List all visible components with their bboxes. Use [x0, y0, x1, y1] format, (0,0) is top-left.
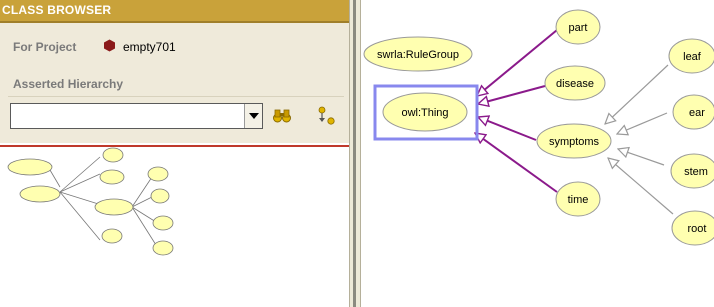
split-pane-grip[interactable]: [353, 0, 356, 307]
node-thing-label: owl:Thing: [401, 107, 448, 119]
class-search-combobox[interactable]: [10, 103, 263, 129]
node-disease-label: disease: [556, 78, 594, 90]
node-disease[interactable]: disease: [544, 65, 606, 101]
node-stem[interactable]: stem: [670, 153, 714, 189]
class-browser-title: CLASS BROWSER: [2, 3, 112, 17]
node-symptoms-label: symptoms: [549, 136, 600, 148]
project-name: empty701: [123, 40, 176, 54]
node-ear-label: ear: [689, 107, 705, 119]
class-browser-header: CLASS BROWSER: [0, 0, 349, 23]
edge-disease-thing: [478, 85, 546, 104]
node-ear[interactable]: ear: [672, 94, 714, 130]
project-label: For Project: [13, 40, 77, 54]
node-time-label: time: [568, 194, 589, 206]
class-graph[interactable]: swrla:RuleGroup owl:Thing part disease s…: [361, 0, 714, 307]
hierarchy-divider: [8, 96, 344, 97]
class-browser-panel: CLASS BROWSER For Project empty701 Asser…: [0, 0, 349, 307]
node-rulegroup-label: swrla:RuleGroup: [377, 49, 459, 61]
node-root-label: root: [688, 223, 707, 235]
node-leaf[interactable]: leaf: [668, 38, 714, 74]
node-root[interactable]: root: [671, 210, 714, 246]
node-symptoms[interactable]: symptoms: [536, 123, 612, 159]
node-stem-label: stem: [684, 166, 708, 178]
class-search-input[interactable]: [11, 104, 243, 128]
binoculars-icon[interactable]: [272, 106, 292, 126]
add-subclass-icon[interactable]: [314, 106, 340, 126]
node-part-label: part: [569, 22, 588, 34]
node-thing[interactable]: owl:Thing: [382, 92, 468, 132]
node-leaf-label: leaf: [683, 51, 702, 63]
edge-symptoms-thing: [478, 117, 537, 141]
asserted-hierarchy-label: Asserted Hierarchy: [13, 77, 124, 91]
edge-ear-symptoms: [617, 112, 668, 134]
node-time[interactable]: time: [555, 181, 601, 217]
project-hexagon-icon: [104, 39, 115, 52]
edge-stem-symptoms: [618, 149, 665, 166]
edge-root-symptoms: [608, 158, 674, 215]
hierarchy-overview-thumbnail[interactable]: [0, 147, 349, 307]
node-rulegroup[interactable]: swrla:RuleGroup: [363, 36, 473, 72]
node-part[interactable]: part: [555, 9, 601, 45]
edge-leaf-symptoms: [605, 64, 669, 124]
chevron-down-icon[interactable]: [244, 104, 262, 128]
